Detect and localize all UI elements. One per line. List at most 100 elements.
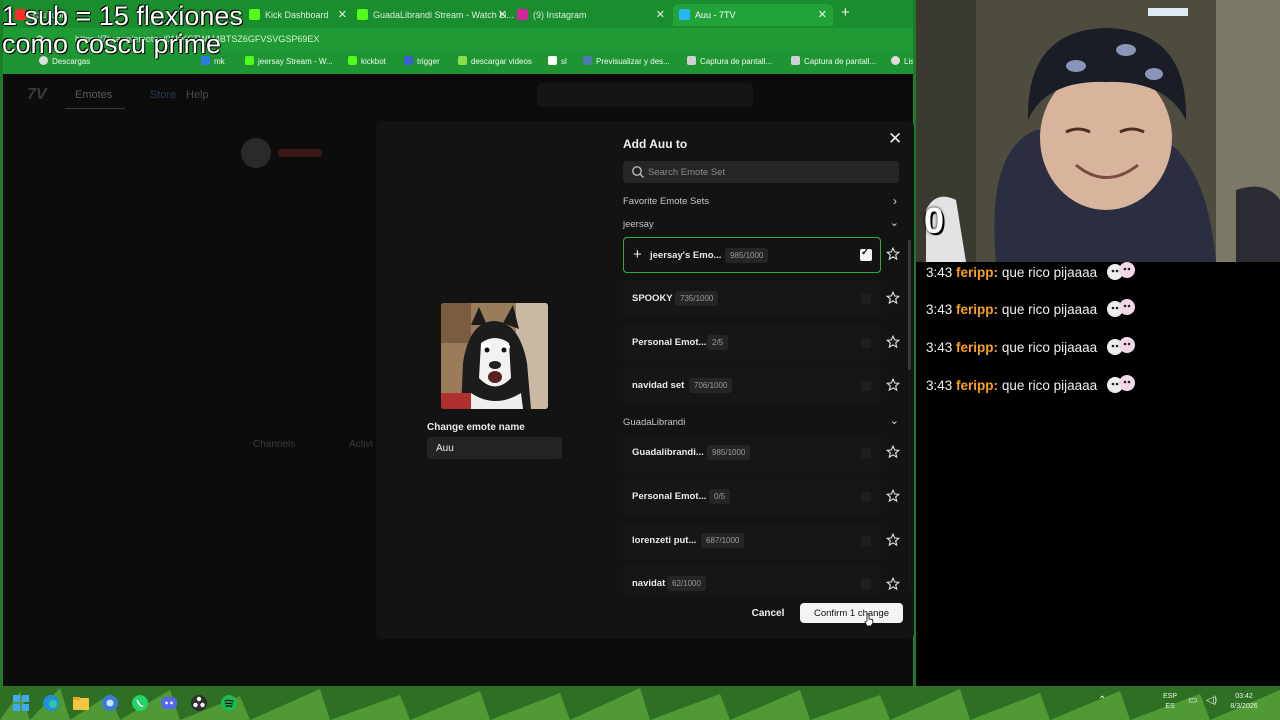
clock[interactable]: 03:42 8/3/2026 bbox=[1224, 692, 1264, 712]
language-indicator[interactable]: ESP ES bbox=[1160, 692, 1180, 712]
bookmark-label: jeersay Stream - W... bbox=[258, 57, 333, 66]
cat-emote-icon bbox=[1106, 337, 1135, 355]
bookmark-captura-1[interactable]: Captura de pantall... bbox=[687, 56, 772, 66]
activity-tab[interactable]: Activi bbox=[349, 439, 373, 450]
star-icon[interactable] bbox=[886, 335, 900, 349]
tab-kick-dashboard[interactable]: Kick Dashboard ✕ bbox=[243, 4, 353, 26]
emote-name-input[interactable] bbox=[427, 437, 562, 459]
nav-store[interactable]: Store bbox=[150, 89, 176, 101]
tab-label: Auu - 7TV bbox=[695, 10, 736, 20]
emote-set-row[interactable]: navidad set 706/1000 bbox=[623, 368, 881, 404]
bookmark-previsualizar[interactable]: Previsualizar y des... bbox=[583, 56, 670, 66]
star-icon[interactable] bbox=[886, 533, 900, 547]
emote-set-row[interactable]: SPOOKY 735/1000 bbox=[623, 281, 881, 317]
search-input[interactable] bbox=[648, 161, 888, 183]
favorite-emote-sets-row[interactable]: Favorite Emote Sets › bbox=[623, 194, 899, 210]
emote-set-row[interactable]: Personal Emot... 2/5 bbox=[623, 325, 881, 361]
emote-set-checkbox[interactable] bbox=[861, 579, 871, 589]
scrollbar-thumb[interactable] bbox=[908, 240, 911, 370]
webcam-counter: 0 bbox=[924, 200, 945, 241]
nav-help[interactable]: Help bbox=[186, 89, 209, 101]
pen-icon bbox=[791, 56, 800, 65]
bookmark-label: Previsualizar y des... bbox=[596, 57, 670, 66]
group-owner-label: jeersay bbox=[623, 219, 654, 230]
whatsapp-icon[interactable] bbox=[131, 694, 149, 712]
chat-username: feripp: bbox=[956, 302, 999, 317]
discord-icon[interactable] bbox=[160, 694, 178, 712]
star-icon[interactable] bbox=[886, 291, 900, 305]
chevron-down-icon: ⌄ bbox=[889, 415, 899, 427]
cancel-button[interactable]: Cancel bbox=[746, 603, 790, 623]
hand-cursor-icon bbox=[864, 613, 874, 627]
spotify-icon[interactable] bbox=[220, 694, 238, 712]
chat-username: feripp: bbox=[956, 265, 999, 280]
star-icon[interactable] bbox=[886, 247, 900, 261]
emote-set-checkbox[interactable] bbox=[861, 492, 871, 502]
channels-tab[interactable]: Channels bbox=[253, 439, 295, 450]
emote-set-checkbox[interactable] bbox=[861, 381, 871, 391]
emote-set-name: navidad set bbox=[632, 380, 685, 391]
bookmark-jeersay-stream[interactable]: jeersay Stream - W... bbox=[245, 56, 333, 66]
chevron-down-icon: ⌄ bbox=[889, 217, 899, 229]
close-tab-icon[interactable]: ✕ bbox=[338, 4, 347, 26]
emote-set-checkbox[interactable] bbox=[861, 338, 871, 348]
emote-set-checkbox[interactable] bbox=[861, 536, 871, 546]
group-header-guadalibrandi[interactable]: GuadaLibrandi ⌄ bbox=[623, 415, 903, 431]
bookmark-kickbot[interactable]: kickbot bbox=[348, 56, 386, 66]
bookmark-trigger[interactable]: trigger bbox=[404, 56, 440, 66]
confirm-button[interactable]: Confirm 1 change bbox=[800, 603, 903, 623]
group-header-jeersay[interactable]: jeersay ⌄ bbox=[623, 217, 903, 233]
site-search[interactable] bbox=[537, 83, 753, 107]
emote-set-checkbox[interactable] bbox=[860, 247, 872, 261]
star-icon[interactable] bbox=[886, 445, 900, 459]
star-icon[interactable] bbox=[886, 378, 900, 392]
close-tab-icon[interactable]: ✕ bbox=[498, 4, 507, 26]
tab-instagram[interactable]: (9) Instagram ✕ bbox=[511, 4, 671, 26]
volume-icon[interactable]: ◁) bbox=[1206, 696, 1217, 706]
cat-emote-icon bbox=[1106, 262, 1135, 280]
emote-set-checkbox[interactable] bbox=[861, 448, 871, 458]
language-code: ESP bbox=[1162, 693, 1177, 700]
change-emote-name-label: Change emote name bbox=[427, 422, 525, 433]
emote-set-search[interactable] bbox=[623, 161, 899, 183]
nav-emotes[interactable]: Emotes bbox=[64, 89, 126, 109]
windows-start-icon[interactable] bbox=[12, 694, 30, 712]
chat-username: feripp: bbox=[956, 378, 999, 393]
close-tab-icon[interactable]: ✕ bbox=[818, 4, 827, 26]
emote-set-row[interactable]: Personal Emot... 0/5 bbox=[623, 479, 881, 515]
bookmark-label: Lis bbox=[904, 57, 915, 66]
emote-set-row[interactable]: lorenzeti put... 687/1000 bbox=[623, 523, 881, 559]
overlay-line: 1 sub = 15 flexiones bbox=[2, 1, 243, 31]
tray-chevron-icon[interactable]: ⌃ bbox=[1098, 696, 1106, 706]
star-icon[interactable] bbox=[886, 577, 900, 591]
bookmark-sl[interactable]: sl bbox=[548, 56, 567, 66]
close-tab-icon[interactable]: ✕ bbox=[656, 4, 665, 26]
emote-set-name: Personal Emot... bbox=[632, 337, 707, 348]
chat-message: 3:43 feripp: que rico pijaaaa bbox=[926, 372, 1137, 396]
edge-icon[interactable] bbox=[42, 694, 60, 712]
bookmark-label: kickbot bbox=[361, 57, 386, 66]
emote-set-checkbox[interactable] bbox=[861, 294, 871, 304]
emote-set-row[interactable]: Guadalibrandi... 985/1000 bbox=[623, 435, 881, 471]
bookmark-captura-2[interactable]: Captura de pantall... bbox=[791, 56, 876, 66]
emote-set-row[interactable]: navidat 62/1000 bbox=[623, 566, 881, 596]
close-icon[interactable]: ✕ bbox=[888, 129, 902, 149]
rp-icon bbox=[583, 56, 592, 65]
tab-guadalibrandi-stream[interactable]: GuadaLibrandi Stream - Watch Li... ✕ bbox=[351, 4, 513, 26]
folder-icon[interactable] bbox=[72, 694, 90, 712]
obs-icon[interactable] bbox=[190, 694, 208, 712]
browser-icon[interactable] bbox=[101, 694, 119, 712]
star-icon[interactable] bbox=[886, 489, 900, 503]
shield-icon bbox=[404, 56, 413, 65]
new-tab-button[interactable]: + bbox=[841, 4, 850, 21]
clock-date: 8/3/2026 bbox=[1230, 703, 1258, 710]
network-icon[interactable]: ▭ bbox=[1188, 696, 1197, 706]
bookmark-lis[interactable]: Lis bbox=[891, 56, 915, 66]
bookmark-descargar-videos[interactable]: descargar videos bbox=[458, 56, 532, 66]
tab-auu-7tv[interactable]: Auu - 7TV ✕ bbox=[673, 4, 833, 26]
cat-emote-icon bbox=[1106, 299, 1135, 317]
emote-set-row[interactable]: + jeersay's Emo... 985/1000 bbox=[623, 237, 881, 273]
7tv-logo[interactable]: 7V bbox=[27, 86, 47, 104]
plus-icon: + bbox=[633, 246, 642, 263]
screen: YouTube Kick Dashboard ✕ GuadaLibrandi S… bbox=[0, 0, 1280, 720]
